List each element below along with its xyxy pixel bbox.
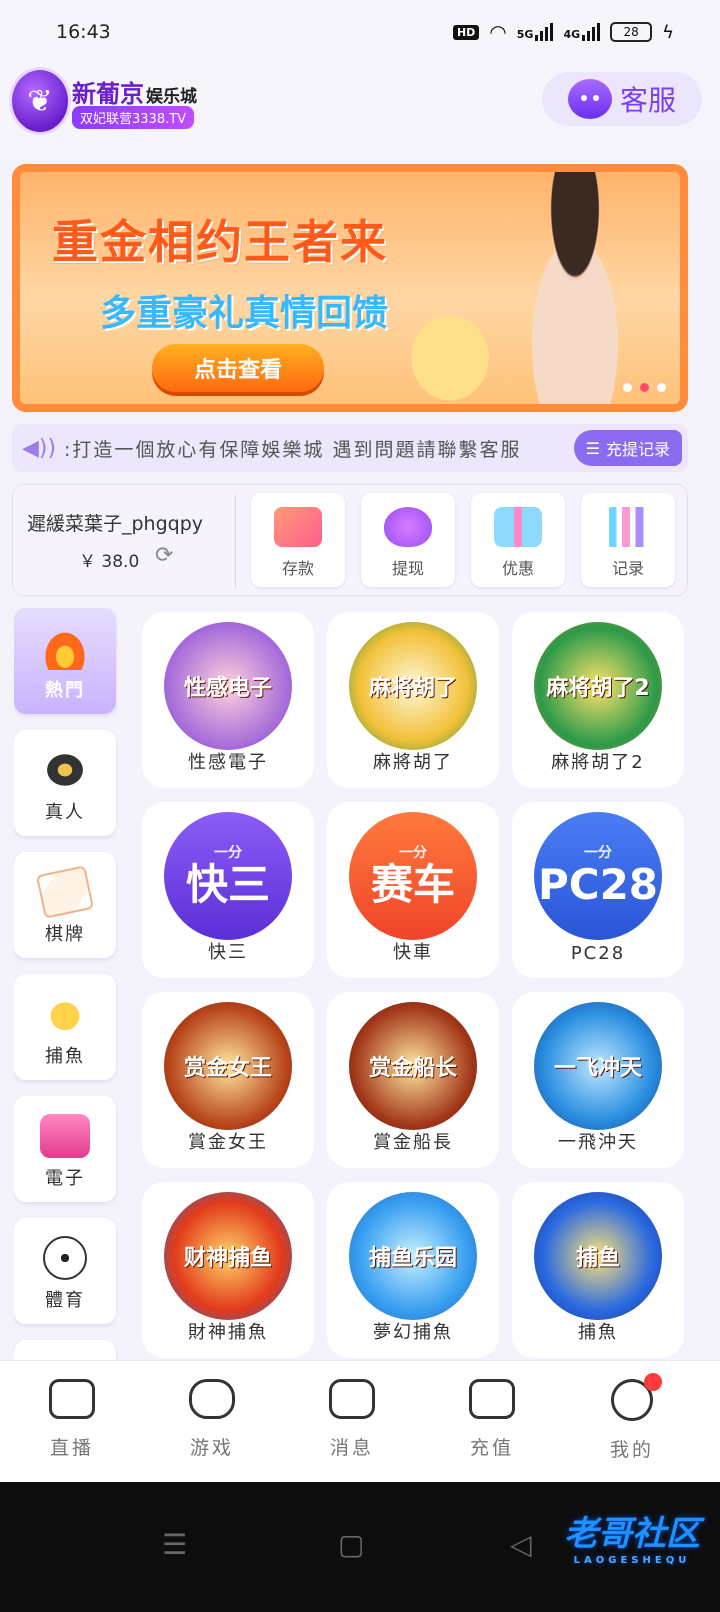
deposit-withdraw-records-button[interactable]: ☰ 充提记录 [573,430,682,466]
notification-badge [644,1373,662,1391]
bar-chart-icon [604,507,652,547]
status-icons: HD ◠ 5G 4G 28 ϟ [452,20,674,44]
bottom-nav: 直播 游戏 消息 充值 我的 [0,1360,720,1482]
game-card[interactable]: 捕鱼乐园 夢幻捕魚 [327,1182,499,1358]
game-card[interactable]: 一分 PC28 PC28 [512,802,684,978]
promo-banner[interactable]: 重金相约王者来 多重豪礼真情回馈 点击查看 [12,164,688,412]
charging-icon: ϟ [662,21,674,43]
list-icon: ☰ [585,438,600,458]
refresh-icon[interactable]: ⟳ [155,543,173,568]
watermark-logo: 老哥社区 LAOGESHEQU [564,1514,700,1566]
game-art: 财神捕鱼 [164,1192,292,1320]
banner-dot[interactable] [657,383,666,392]
camera-icon [49,1379,95,1419]
chat-heart-icon [329,1379,375,1419]
records-button[interactable]: 记录 [581,493,675,587]
wifi-icon: ◠ [489,20,507,44]
fish-icon [40,992,90,1036]
category-more[interactable] [14,1340,116,1360]
nav-messages[interactable]: 消息 [292,1379,412,1479]
slot-icon [40,1114,90,1158]
wallet-icon [469,1379,515,1419]
status-time: 16:43 [56,21,111,43]
divider [235,495,236,587]
customer-service-label: 客服 [619,84,676,117]
speaker-icon: ◀)) [22,435,57,461]
game-art: 一分 PC28 [534,812,662,940]
game-card[interactable]: 一飞冲天 一飛沖天 [512,992,684,1168]
withdraw-button[interactable]: 提现 [361,493,455,587]
game-card[interactable]: 一分 赛车 快車 [327,802,499,978]
nav-recharge[interactable]: 充值 [432,1379,552,1479]
game-card[interactable]: 赏金女王 賞金女王 [142,992,314,1168]
gamepad-icon [189,1379,235,1419]
game-card[interactable]: 麻将胡了 麻將胡了 [327,612,499,788]
game-art: 一分 快三 [164,812,292,940]
wallet-balance: ￥ 38.0 [79,552,140,572]
game-art: 捕鱼乐园 [349,1192,477,1320]
nav-profile[interactable]: 我的 [572,1373,692,1479]
game-art: 麻将胡了 [349,622,477,750]
game-art: 麻将胡了2 [534,622,662,750]
chip-icon [40,748,90,792]
banner-subtitle: 多重豪礼真情回馈 [100,293,389,334]
game-art: 一分 赛车 [349,812,477,940]
game-card[interactable]: 财神捕鱼 財神捕魚 [142,1182,314,1358]
game-art: 性感电子 [164,622,292,750]
money-bag-icon [384,507,432,547]
signal-5g-icon: 5G [517,23,554,41]
nav-games[interactable]: 游戏 [152,1379,272,1479]
battery-icon: 28 [610,22,653,42]
game-card[interactable]: 性感电子 性感電子 [142,612,314,788]
category-slots[interactable]: 電子 [14,1096,116,1202]
system-nav-bar: ☰ ▢ ◁ 老哥社区 LAOGESHEQU [0,1482,720,1612]
soccer-icon [43,1236,87,1280]
card-icon [274,507,322,547]
banner-dot[interactable] [640,383,649,392]
brand-logo-icon: ❦ [12,70,68,132]
signal-4g-icon: 4G [563,23,601,41]
category-live[interactable]: 真人 [14,730,116,836]
banner-pagination [623,383,666,392]
game-art: 一飞冲天 [534,1002,662,1130]
game-art: 赏金船长 [349,1002,477,1130]
banner-model-image [500,172,650,404]
deposit-button[interactable]: 存款 [251,493,345,587]
category-sports[interactable]: 體育 [14,1218,116,1324]
banner-title: 重金相约王者来 [52,215,388,269]
game-card[interactable]: 捕鱼 捕魚 [512,1182,684,1358]
user-panel: 遲緩菜葉子_phgqpy ￥ 38.0 ⟳ 存款 提现 优惠 记录 [12,484,688,596]
brand-name: 新葡京 娱乐城 [72,80,197,108]
game-card[interactable]: 麻将胡了2 麻將胡了2 [512,612,684,788]
brand-subtitle: 双妃联营3338.TV [72,106,195,129]
status-bar: 16:43 HD ◠ 5G 4G 28 ϟ [0,0,720,64]
announcement-marquee: ◀)) :打造一個放心有保障娛樂城 遇到問題請聯繫客服 ☰ 充提记录 [12,424,688,472]
banner-dot[interactable] [623,383,632,392]
menu-icon[interactable]: ☰ [162,1528,187,1561]
category-hot[interactable]: 熱門 [14,608,116,714]
home-icon[interactable]: ▢ [338,1528,364,1561]
fire-icon [40,626,90,670]
gift-box-image [390,292,510,402]
game-card[interactable]: 赏金船长 賞金船長 [327,992,499,1168]
header: ❦ 新葡京 娱乐城 双妃联营3338.TV 客服 [0,64,720,158]
banner-cta-button[interactable]: 点击查看 [152,344,324,392]
game-art: 赏金女王 [164,1002,292,1130]
game-card[interactable]: 一分 快三 快三 [142,802,314,978]
headset-icon [567,79,612,119]
gift-icon [494,507,542,547]
category-sidebar: 熱門 真人 棋牌 捕魚 電子 體育 [14,608,118,1360]
username: 遲緩菜葉子_phgqpy [27,513,204,535]
hd-badge: HD [452,24,480,40]
game-art: 捕鱼 [534,1192,662,1320]
cards-icon [35,865,95,919]
category-fishing[interactable]: 捕魚 [14,974,116,1080]
customer-service-button[interactable]: 客服 [542,72,702,126]
promotions-button[interactable]: 优惠 [471,493,565,587]
nav-live[interactable]: 直播 [12,1379,132,1479]
marquee-text: :打造一個放心有保障娛樂城 遇到問題請聯繫客服 [64,438,522,461]
back-icon[interactable]: ◁ [510,1528,532,1561]
category-cards[interactable]: 棋牌 [14,852,116,958]
